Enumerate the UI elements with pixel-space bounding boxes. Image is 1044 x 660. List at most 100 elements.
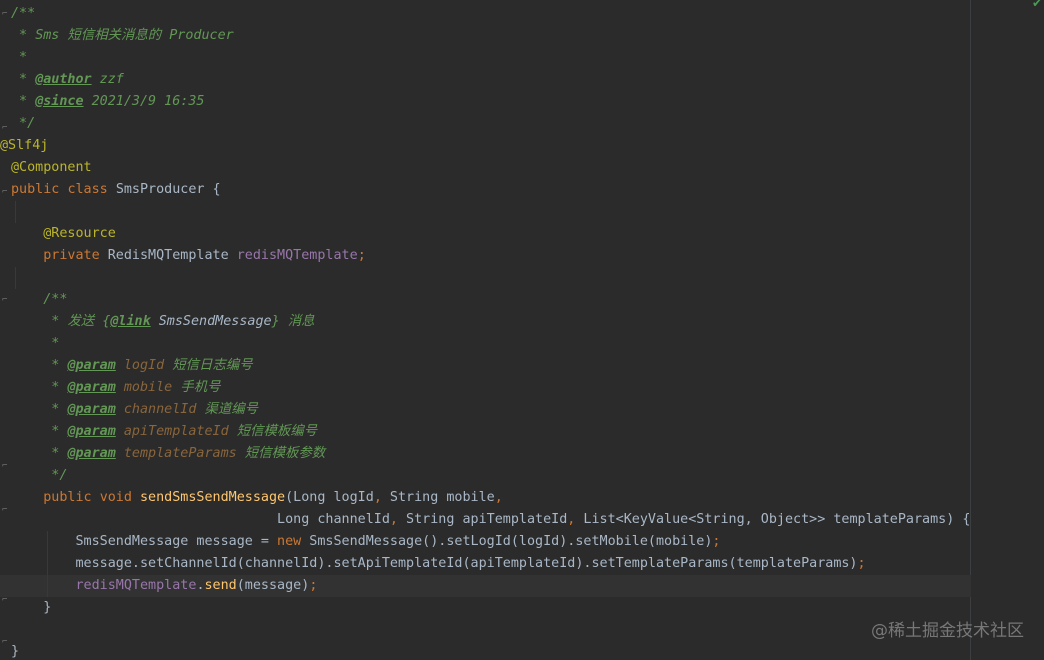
method-name[interactable]: sendSmsSendMessage [140,490,285,505]
indent-guide [47,553,48,575]
code-line: * @author zzf [11,69,1044,91]
code-line: * @param templateParams 短信模板参数 [11,443,1044,465]
code-line: Long channelId, String apiTemplateId, Li… [11,509,1044,531]
doc-tag[interactable]: @author [35,72,91,87]
annotation[interactable]: @Component [11,160,92,175]
doc-text: 发送 { [67,314,111,329]
doc-star: * [43,380,68,395]
doc-param-name[interactable]: channelId [116,402,197,417]
code-line: * @param apiTemplateId 短信模板编号 [11,421,1044,443]
doc-star: * [43,358,68,373]
code-line: @Resource [11,223,1044,245]
fold-marker[interactable]: ⌐ [2,462,9,471]
comma: , [494,490,503,505]
doc-star: * [11,50,28,65]
doc-text: 短信日志编号 [164,358,253,373]
keyword: public [43,490,92,505]
doc-tag[interactable]: @param [67,424,115,439]
type-name[interactable]: RedisMQTemplate [108,248,229,263]
fold-marker[interactable]: ⌐ [2,10,9,19]
fold-marker[interactable]: ⌐ [2,638,9,647]
doc-link-ref[interactable]: SmsSendMessage [151,314,272,329]
doc-star: * [43,336,60,351]
code-editor[interactable]: ⌐ ⌐ ⌐ ⌐ ⌐ ⌐ ⌐ ⌐ ✔ /** * Sms 短信相关消息的 Prod… [0,0,1044,660]
indent-guide [47,575,48,597]
doc-text: 短信模板编号 [228,424,318,439]
code-line: * @param mobile 手机号 [11,377,1044,399]
code-line: * @since 2021/3/9 16:35 [11,91,1044,113]
doc-text: 短信模板参数 [236,446,326,461]
doc-param-name[interactable]: mobile [116,380,172,395]
brace: { [204,182,221,197]
comma: , [373,490,382,505]
statement: SmsSendMessage message = [75,534,278,549]
comma: , [389,512,398,527]
semicolon: ; [712,534,721,549]
annotation[interactable]: @Resource [43,226,116,241]
code-line: */ [11,465,1044,487]
doc-text: 渠道编号 [196,402,259,417]
annotation[interactable]: @Slf4j [0,138,48,153]
code-line: * [11,47,1044,69]
keyword: class [67,182,108,197]
doc-comment-open: /** [11,6,36,21]
code-line: SmsSendMessage message = new SmsSendMess… [11,531,1044,553]
current-line[interactable]: redisMQTemplate.send(message); [0,575,971,597]
doc-text: Sms 短信相关消息的 Producer [35,28,234,43]
class-name[interactable]: SmsProducer [116,182,205,197]
semicolon: ; [857,556,866,571]
code-line: * Sms 短信相关消息的 Producer [11,25,1044,47]
doc-text: 手机号 [172,380,221,395]
code-line: public void sendSmsSendMessage(Long logI… [11,487,1044,509]
statement: message.setChannelId(channelId).setApiTe… [75,556,858,571]
fold-marker[interactable]: ⌐ [2,296,9,305]
doc-star: * [11,94,36,109]
parameter-list: String apiTemplateId [397,512,568,527]
keyword: public [11,182,60,197]
parameter-list: List<KeyValue<String, Object>> templateP… [575,512,971,527]
doc-tag[interactable]: @param [67,380,115,395]
brace: } [43,600,52,615]
doc-param-name[interactable]: templateParams [116,446,237,461]
indent-guide [15,267,16,289]
code-line: /** [11,289,1044,311]
doc-tag[interactable]: @since [35,94,83,109]
doc-param-name[interactable]: apiTemplateId [116,424,229,439]
semicolon: ; [357,248,366,263]
doc-star: * [43,446,68,461]
arguments: (message) [236,578,310,593]
code-area[interactable]: /** * Sms 短信相关消息的 Producer * * @author z… [0,3,1044,660]
dot: . [196,578,205,593]
doc-star: * [43,402,68,417]
field-name[interactable]: redisMQTemplate [237,248,358,263]
field-name[interactable]: redisMQTemplate [76,578,197,593]
doc-star: * [43,314,68,329]
keyword: void [99,490,132,505]
code-line: */ [11,113,1044,135]
keyword: private [43,248,100,263]
method-call[interactable]: send [205,578,237,593]
fold-marker[interactable]: ⌐ [2,124,9,133]
code-line: private RedisMQTemplate redisMQTemplate; [11,245,1044,267]
doc-star: * [43,424,68,439]
doc-text: zzf [91,72,124,87]
doc-tag[interactable]: @link [110,314,150,329]
brace: } [11,644,20,659]
code-line [11,267,1044,289]
fold-marker[interactable]: ⌐ [2,506,9,515]
code-line [11,201,1044,223]
doc-comment-open: /** [43,292,68,307]
parameter-list: Long channelId [277,512,390,527]
doc-tag[interactable]: @param [67,358,115,373]
doc-comment-close: */ [43,468,68,483]
code-line: @Slf4j [0,135,1044,157]
doc-param-name[interactable]: logId [116,358,164,373]
parameter-list: String mobile [381,490,495,505]
code-line: * [11,333,1044,355]
code-line: @Component [11,157,1044,179]
fold-marker[interactable]: ⌐ [2,188,9,197]
fold-marker[interactable]: ⌐ [2,596,9,605]
doc-tag[interactable]: @param [67,446,115,461]
doc-tag[interactable]: @param [67,402,115,417]
